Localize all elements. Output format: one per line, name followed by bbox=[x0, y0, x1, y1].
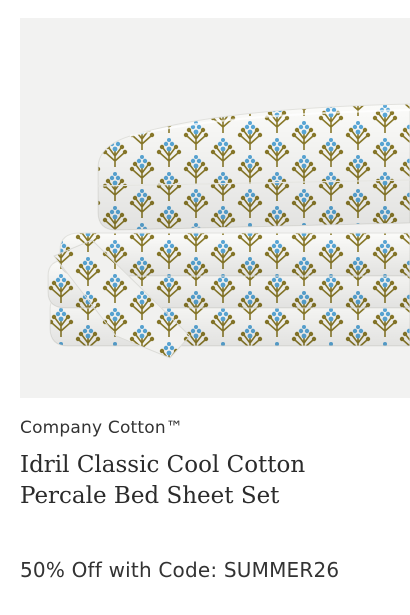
product-card[interactable]: Company Cotton™ Idril Classic Cool Cotto… bbox=[0, 0, 410, 615]
brand-name: Company Cotton™ bbox=[20, 418, 184, 438]
pillowcase-stack bbox=[97, 103, 410, 231]
sheet-set-illustration bbox=[47, 103, 410, 359]
product-image[interactable] bbox=[20, 18, 410, 398]
product-title[interactable]: Idril Classic Cool Cotton Percale Bed Sh… bbox=[20, 450, 390, 512]
promo-text: 50% Off with Code: SUMMER26 bbox=[20, 558, 340, 582]
